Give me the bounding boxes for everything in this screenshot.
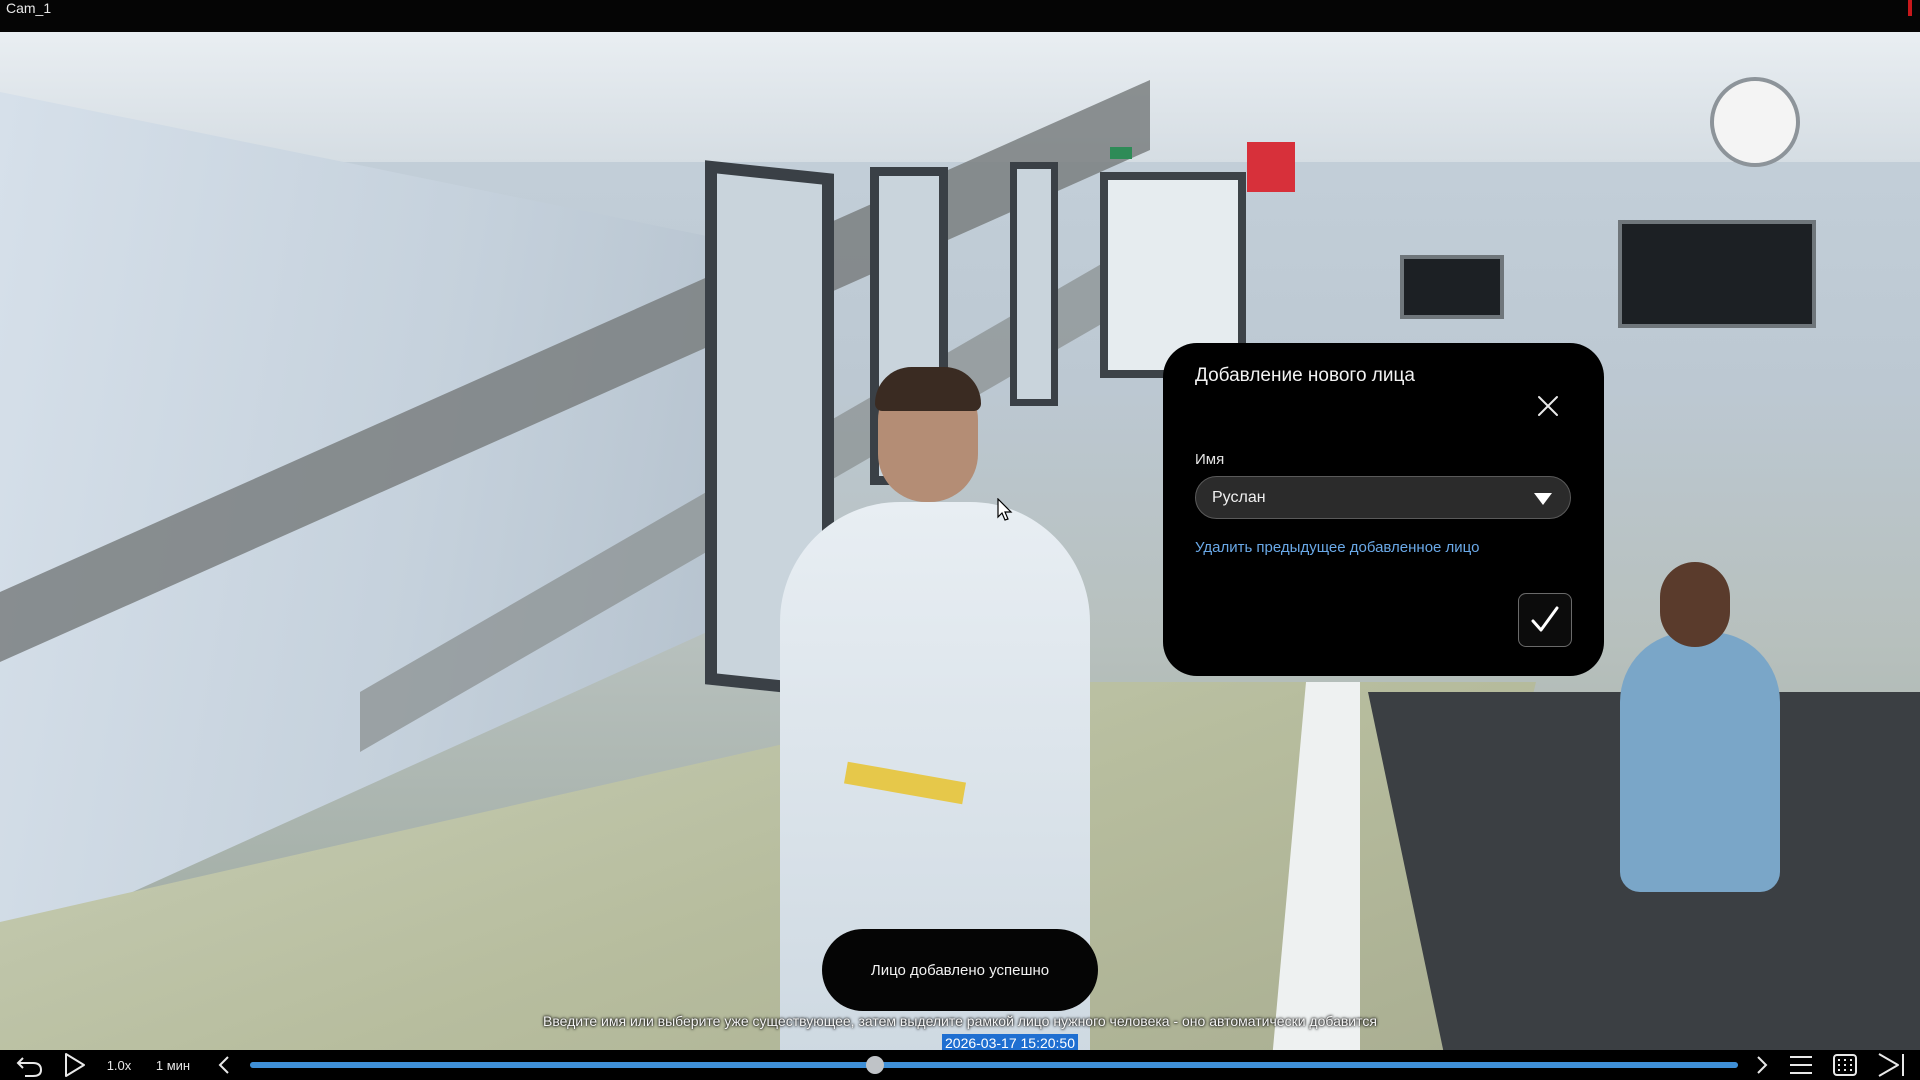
skip-to-end-icon: [1878, 1053, 1904, 1077]
timeline-progress: [250, 1062, 1738, 1068]
scene-fire-sign: [1247, 142, 1295, 192]
previous-button[interactable]: [214, 1050, 234, 1080]
camera-title: Cam_1: [6, 0, 52, 16]
play-button[interactable]: [58, 1050, 90, 1080]
undo-arrow-icon: [16, 1057, 43, 1077]
recording-indicator: [1908, 0, 1912, 16]
add-face-dialog: Добавление нового лица Имя Руслан Удалит…: [1163, 343, 1604, 676]
interval-button[interactable]: 1 мин: [148, 1050, 198, 1080]
grid-icon: [1833, 1054, 1857, 1076]
chevron-left-icon: [218, 1056, 229, 1074]
scene-nurse-head: [1660, 562, 1730, 647]
window-titlebar: Cam_1: [0, 0, 1920, 32]
name-label: Имя: [1195, 451, 1225, 468]
timeline-handle[interactable]: [865, 1056, 884, 1074]
scene-monitor: [1618, 220, 1816, 328]
scene-ceiling: [0, 32, 1920, 162]
timeline-scrubber[interactable]: [250, 1056, 1738, 1074]
confirm-button[interactable]: [1518, 593, 1572, 647]
scene-nurse: [1620, 632, 1780, 892]
instruction-hint: Введите имя или выберите уже существующе…: [543, 1013, 1377, 1029]
skip-to-end-button[interactable]: [1874, 1050, 1910, 1080]
scene-doctor-hair: [875, 367, 981, 411]
mouse-cursor-icon: [997, 498, 1013, 521]
delete-previous-face-link[interactable]: Удалить предыдущее добавленное лицо: [1195, 539, 1479, 556]
close-button[interactable]: [1533, 391, 1563, 421]
next-button[interactable]: [1752, 1050, 1772, 1080]
scene-wall-clock: [1710, 77, 1800, 167]
video-viewport[interactable]: [0, 32, 1920, 1050]
close-icon: [1538, 396, 1558, 416]
speed-button[interactable]: 1.0x: [100, 1050, 138, 1080]
success-toast: Лицо добавлено успешно: [822, 929, 1098, 1011]
menu-button[interactable]: [1786, 1050, 1816, 1080]
dialog-title: Добавление нового лица: [1195, 365, 1415, 386]
scene-exit-sign: [1110, 147, 1132, 159]
play-icon: [65, 1053, 85, 1077]
menu-icon: [1790, 1056, 1812, 1074]
scene-monitor: [1400, 255, 1504, 319]
back-button[interactable]: [12, 1050, 48, 1080]
name-select[interactable]: Руслан: [1195, 476, 1571, 519]
chevron-right-icon: [1757, 1056, 1768, 1074]
grid-button[interactable]: [1830, 1050, 1860, 1080]
name-select-value: Руслан: [1212, 489, 1266, 506]
scene-door: [1010, 162, 1058, 406]
check-icon: [1531, 606, 1559, 632]
chevron-down-icon: [1534, 493, 1552, 505]
playback-controls: 1.0x 1 мин: [0, 1050, 1920, 1080]
